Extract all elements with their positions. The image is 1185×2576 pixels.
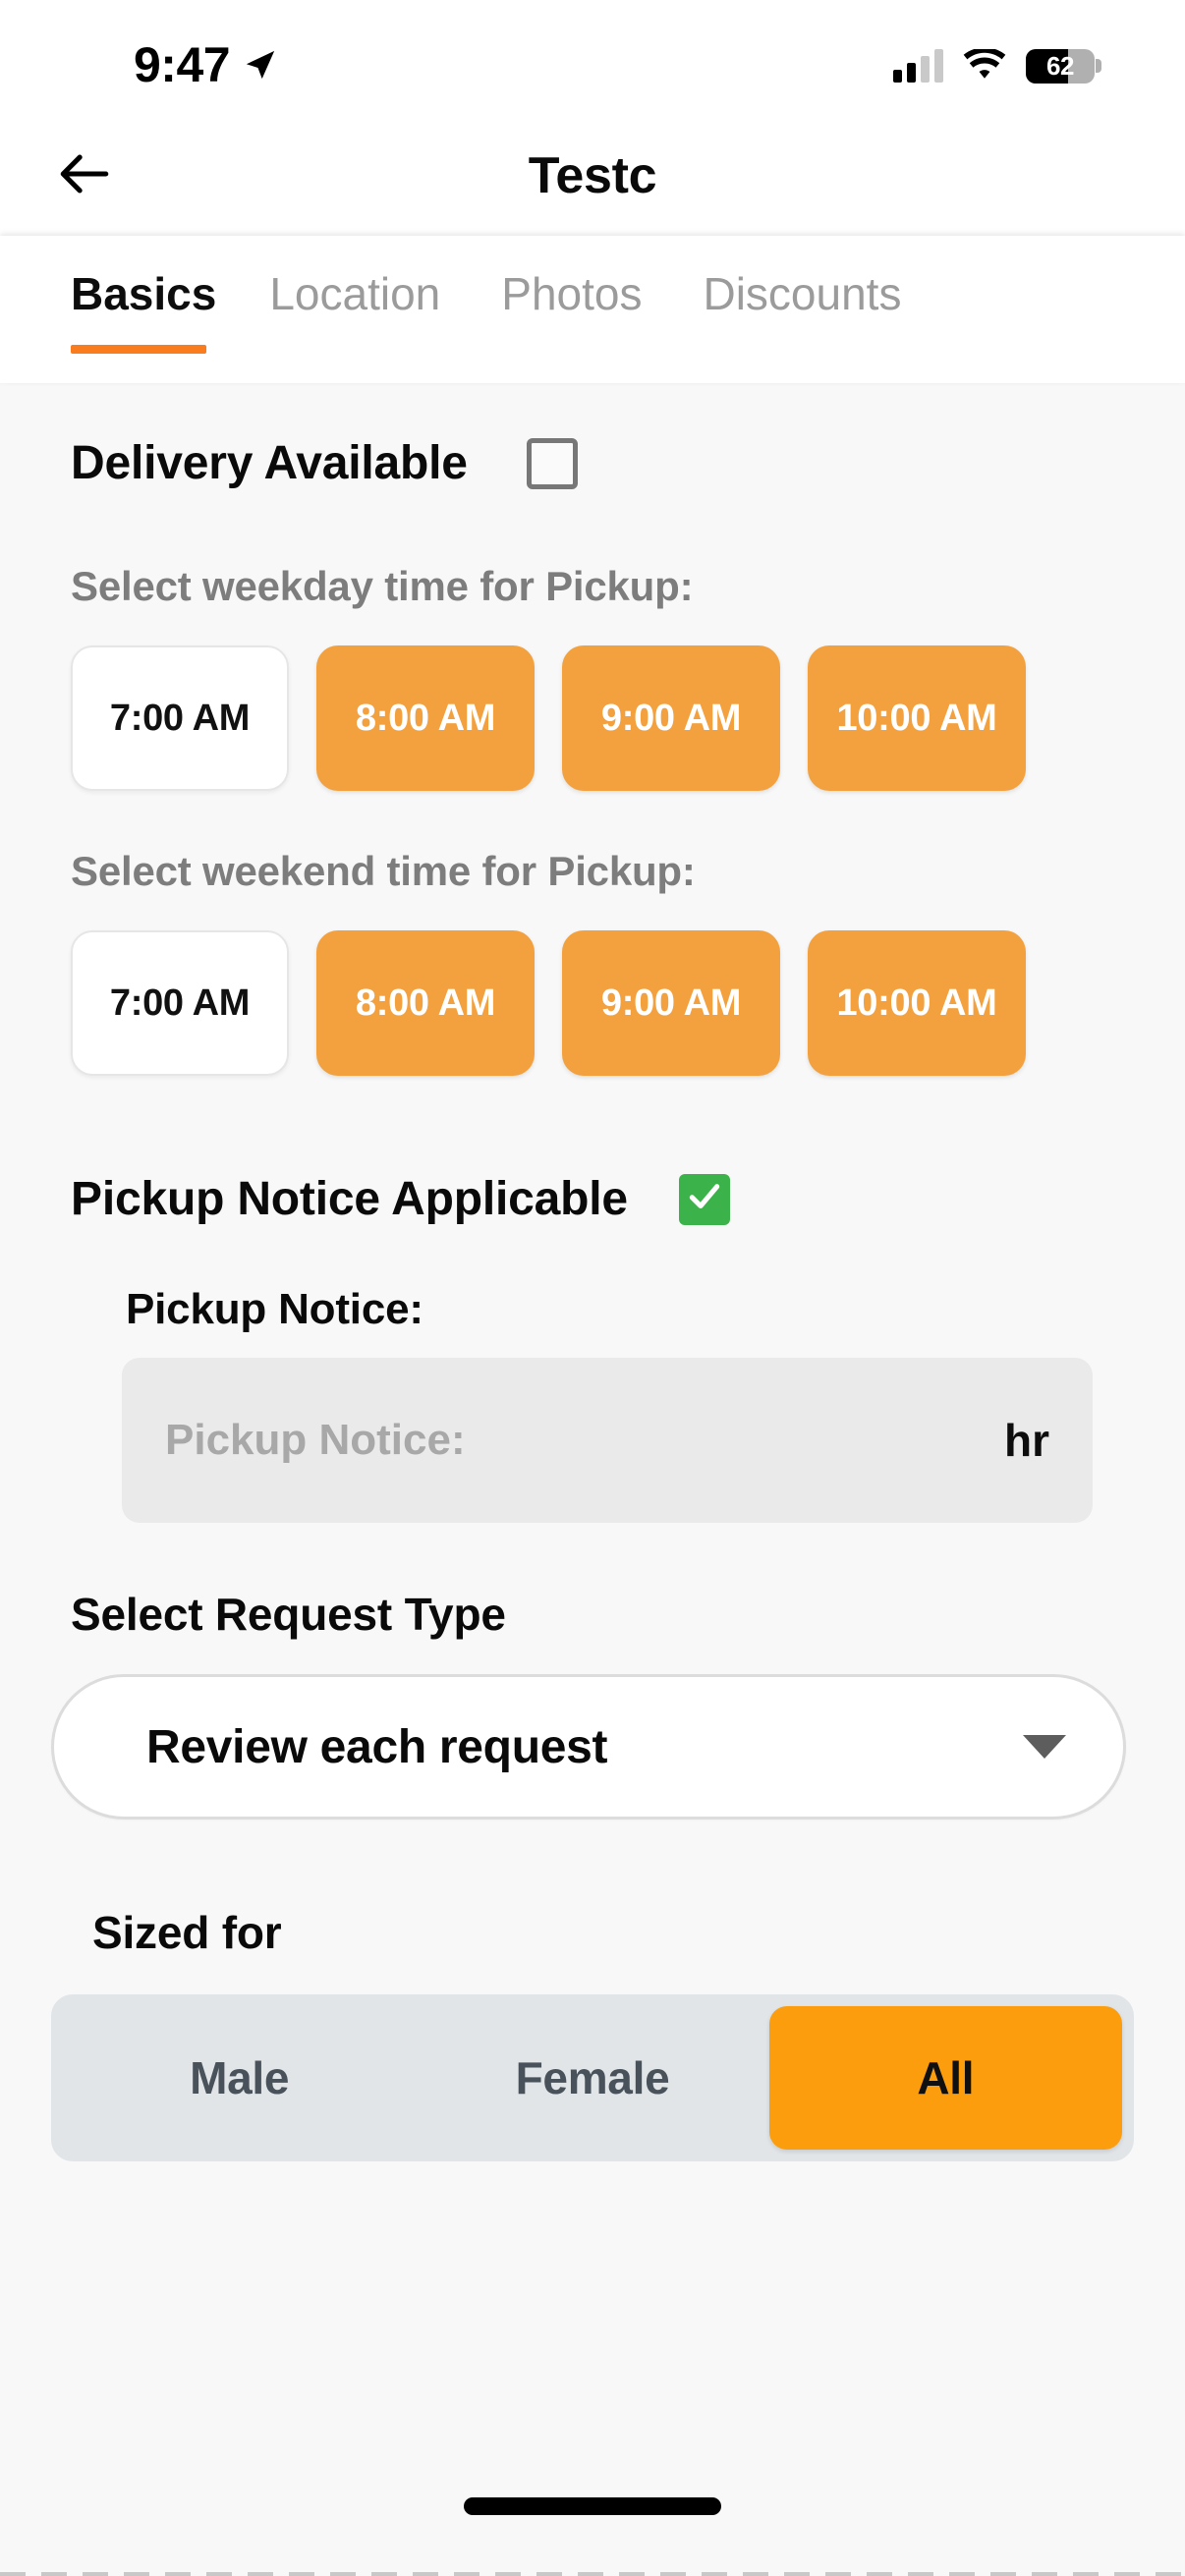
weekend-time-chip[interactable]: 10:00 AM xyxy=(808,930,1026,1076)
chip-label: 9:00 AM xyxy=(600,981,742,1024)
weekday-time-chip[interactable]: 10:00 AM xyxy=(808,645,1026,791)
sized-for-label: Sized for xyxy=(92,1907,282,1958)
back-arrow-icon xyxy=(56,145,113,207)
status-bar-left: 9:47 xyxy=(134,40,277,89)
pickup-notice-applicable-checkbox[interactable] xyxy=(678,1173,730,1225)
tab-basics-label: Basics xyxy=(71,268,217,319)
form-content: Delivery Available Select weekday time f… xyxy=(0,383,1185,2446)
weekday-time-chip[interactable]: 9:00 AM xyxy=(562,645,780,791)
chevron-down-icon xyxy=(1023,1735,1066,1759)
back-button[interactable] xyxy=(47,139,122,213)
chip-label: 10:00 AM xyxy=(836,697,997,739)
segment-label: Male xyxy=(190,2052,290,2103)
request-type-dropdown[interactable]: Review each request xyxy=(51,1674,1126,1820)
sized-for-option-all[interactable]: All xyxy=(768,2006,1122,2150)
request-type-selected-value: Review each request xyxy=(146,1720,608,1773)
battery-percent-label: 62 xyxy=(1046,50,1074,81)
tab-discounts[interactable]: Discounts xyxy=(703,259,934,328)
chip-label: 9:00 AM xyxy=(600,697,742,739)
home-indicator-area xyxy=(0,2446,1185,2576)
delivery-available-label: Delivery Available xyxy=(71,437,468,489)
tab-location-label: Location xyxy=(269,268,441,319)
cellular-signal-icon xyxy=(893,49,943,83)
nav-bar: Testc xyxy=(0,116,1185,236)
chip-label: 7:00 AM xyxy=(109,981,251,1024)
sized-for-segmented-control: Male Female All xyxy=(51,1994,1134,2161)
pickup-notice-unit-label: hr xyxy=(1004,1415,1049,1466)
status-bar-right: 62 xyxy=(893,47,1101,84)
request-type-label: Select Request Type xyxy=(71,1589,506,1640)
tab-photos[interactable]: Photos xyxy=(501,259,675,328)
sized-for-option-male[interactable]: Male xyxy=(63,2006,416,2150)
pickup-notice-input[interactable]: Pickup Notice: hr xyxy=(122,1358,1093,1523)
weekend-pickup-label: Select weekend time for Pickup: xyxy=(71,848,696,894)
pickup-notice-field-label: Pickup Notice: xyxy=(126,1285,423,1333)
tab-bar: Basics Location Photos Discounts xyxy=(0,236,1185,383)
phone-screen: 9:47 62 Testc Basics Location Photos Dis… xyxy=(0,0,1185,2576)
pickup-notice-placeholder: Pickup Notice: xyxy=(165,1416,466,1464)
weekday-time-chip[interactable]: 7:00 AM xyxy=(71,645,289,791)
weekend-time-chip[interactable]: 7:00 AM xyxy=(71,930,289,1076)
pickup-notice-applicable-row: Pickup Notice Applicable xyxy=(0,1076,1185,1226)
page-title: Testc xyxy=(528,147,657,204)
chip-label: 8:00 AM xyxy=(355,697,496,739)
chip-label: 10:00 AM xyxy=(836,981,997,1024)
weekend-pickup-options: 7:00 AM 8:00 AM 9:00 AM 10:00 AM xyxy=(0,930,1185,1076)
pickup-notice-applicable-label: Pickup Notice Applicable xyxy=(71,1173,628,1225)
location-arrow-icon xyxy=(244,48,277,82)
wifi-icon xyxy=(963,47,1006,83)
tab-basics[interactable]: Basics xyxy=(71,259,240,354)
weekday-pickup-options: 7:00 AM 8:00 AM 9:00 AM 10:00 AM xyxy=(0,645,1185,791)
tab-location[interactable]: Location xyxy=(269,259,474,328)
chip-label: 8:00 AM xyxy=(355,981,496,1024)
bottom-dashed-divider xyxy=(0,2572,1185,2576)
tab-active-indicator xyxy=(71,345,207,354)
delivery-available-checkbox[interactable] xyxy=(526,437,578,489)
tab-discounts-label: Discounts xyxy=(703,268,902,319)
segment-label: All xyxy=(917,2052,975,2103)
weekend-time-chip[interactable]: 8:00 AM xyxy=(316,930,535,1076)
status-time: 9:47 xyxy=(134,37,231,92)
chip-label: 7:00 AM xyxy=(109,697,251,739)
status-bar: 9:47 62 xyxy=(0,0,1185,116)
checkmark-icon xyxy=(686,1178,723,1220)
battery-icon: 62 xyxy=(1026,48,1101,84)
delivery-available-row: Delivery Available xyxy=(0,383,1185,490)
weekend-time-chip[interactable]: 9:00 AM xyxy=(562,930,780,1076)
home-indicator-bar[interactable] xyxy=(464,2497,721,2515)
tab-photos-label: Photos xyxy=(501,268,643,319)
weekday-pickup-label: Select weekday time for Pickup: xyxy=(71,563,694,609)
segment-label: Female xyxy=(515,2052,670,2103)
weekday-time-chip[interactable]: 8:00 AM xyxy=(316,645,535,791)
sized-for-option-female[interactable]: Female xyxy=(416,2006,768,2150)
